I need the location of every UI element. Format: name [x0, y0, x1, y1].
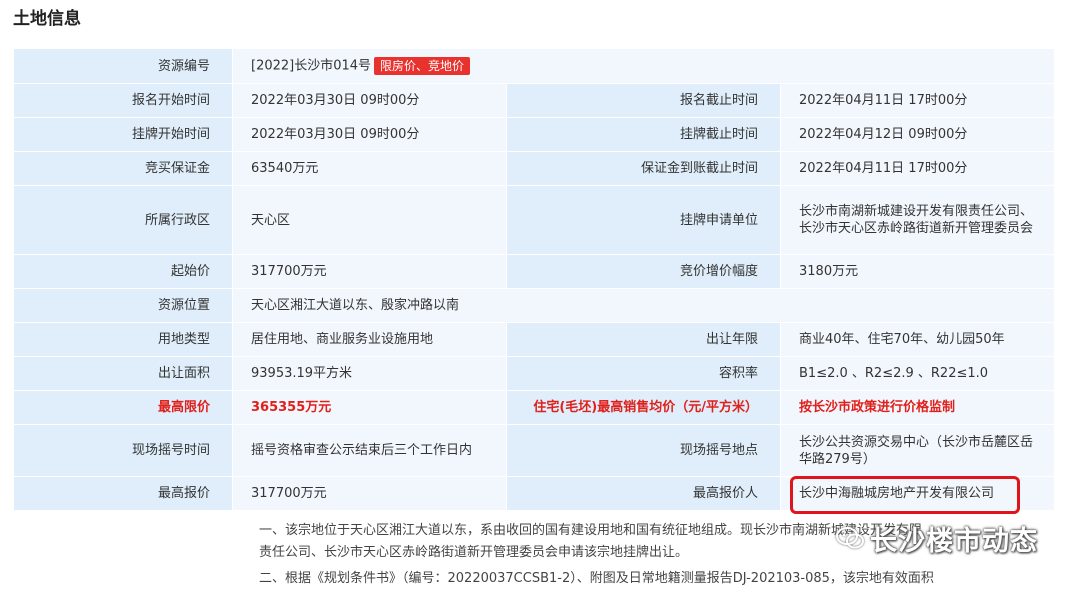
table-row: 现场摇号时间 摇号资格审查公示结束后三个工作日内 现场摇号地点 长沙公共资源交易… [13, 424, 1055, 477]
applicant-label: 挂牌申请单位 [506, 185, 781, 255]
listing-end-value: 2022年04月12日 09时00分 [780, 117, 1055, 152]
top-bid-value: 317700万元 [232, 476, 507, 511]
deposit-label: 竞买保证金 [13, 151, 233, 186]
deposit-deadline-label: 保证金到账截止时间 [506, 151, 781, 186]
table-row: 最高限价 365355万元 住宅(毛坯)最高销售均价（元/平方米） 按长沙市政策… [13, 390, 1055, 425]
reg-end-value: 2022年04月11日 17时00分 [780, 83, 1055, 118]
listing-start-label: 挂牌开始时间 [13, 117, 233, 152]
wechat-icon [836, 527, 864, 549]
top-bidder-value: 长沙中海融城房地产开发有限公司 [780, 476, 1055, 511]
page-title: 土地信息 [13, 9, 81, 29]
increment-label: 竞价增价幅度 [506, 254, 781, 289]
resource-id-label: 资源编号 [13, 48, 233, 84]
table-row: 资源编号 [2022]长沙市014号 限房价、竞地价 [13, 48, 1055, 84]
plot-ratio-label: 容积率 [506, 356, 781, 391]
description-line: 二、根据《规划条件书》（编号：20220037CCSB1-2）、附图及日常地籍测… [259, 571, 934, 586]
term-label: 出让年限 [506, 322, 781, 357]
table-row: 竞买保证金 63540万元 保证金到账截止时间 2022年04月11日 17时0… [13, 151, 1055, 186]
lottery-time-label: 现场摇号时间 [13, 424, 233, 477]
table-row: 最高报价 317700万元 最高报价人 长沙中海融城房地产开发有限公司 [13, 476, 1055, 511]
increment-value: 3180万元 [780, 254, 1055, 289]
location-value: 天心区湘江大道以东、殷家冲路以南 [232, 288, 1055, 323]
land-type-label: 用地类型 [13, 322, 233, 357]
area-label: 出让面积 [13, 356, 233, 391]
deposit-value: 63540万元 [232, 151, 507, 186]
resource-id-cell: [2022]长沙市014号 限房价、竞地价 [232, 48, 1055, 84]
district-value: 天心区 [232, 185, 507, 255]
lottery-place-label: 现场摇号地点 [506, 424, 781, 477]
land-info-table: 资源编号 [2022]长沙市014号 限房价、竞地价 报名开始时间 2022年03… [13, 48, 1055, 595]
watermark-text: 长沙楼市动态 [870, 525, 1038, 557]
applicant-value: 长沙市南湖新城建设开发有限责任公司、长沙市天心区赤岭路街道新开管理委员会 [780, 185, 1055, 255]
location-label: 资源位置 [13, 288, 233, 323]
table-row: 报名开始时间 2022年03月30日 09时00分 报名截止时间 2022年04… [13, 83, 1055, 118]
resource-id-value: [2022]长沙市014号 [251, 58, 372, 74]
table-row: 所属行政区 天心区 挂牌申请单位 长沙市南湖新城建设开发有限责任公司、长沙市天心… [13, 185, 1055, 255]
top-bid-label: 最高报价 [13, 476, 233, 511]
reg-start-label: 报名开始时间 [13, 83, 233, 118]
start-price-value: 317700万元 [232, 254, 507, 289]
plot-ratio-value: B1≤2.0 、R2≤2.9 、R22≤1.0 [780, 356, 1055, 391]
max-price-value: 365355万元 [232, 390, 507, 425]
district-label: 所属行政区 [13, 185, 233, 255]
listing-start-value: 2022年03月30日 09时00分 [232, 117, 507, 152]
table-row: 资源位置 天心区湘江大道以东、殷家冲路以南 [13, 288, 1055, 323]
table-row: 起始价 317700万元 竞价增价幅度 3180万元 [13, 254, 1055, 289]
listing-end-label: 挂牌截止时间 [506, 117, 781, 152]
max-avg-price-value: 按长沙市政策进行价格监制 [780, 390, 1055, 425]
lottery-place-value: 长沙公共资源交易中心（长沙市岳麓区岳华路279号） [780, 424, 1055, 477]
max-price-label: 最高限价 [13, 390, 233, 425]
watermark: 长沙楼市动态 [836, 518, 1038, 558]
term-value: 商业40年、住宅70年、幼儿园50年 [780, 322, 1055, 357]
table-row: 出让面积 93953.19平方米 容积率 B1≤2.0 、R2≤2.9 、R22… [13, 356, 1055, 391]
start-price-label: 起始价 [13, 254, 233, 289]
max-avg-price-label: 住宅(毛坯)最高销售均价（元/平方米） [506, 390, 781, 425]
land-type-value: 居住用地、商业服务业设施用地 [232, 322, 507, 357]
table-row: 用地类型 居住用地、商业服务业设施用地 出让年限 商业40年、住宅70年、幼儿园… [13, 322, 1055, 357]
top-bidder-label: 最高报价人 [506, 476, 781, 511]
lottery-time-value: 摇号资格审查公示结束后三个工作日内 [232, 424, 507, 477]
table-row: 挂牌开始时间 2022年03月30日 09时00分 挂牌截止时间 2022年04… [13, 117, 1055, 152]
desc-spacer [13, 510, 233, 595]
reg-start-value: 2022年03月30日 09时00分 [232, 83, 507, 118]
reg-end-label: 报名截止时间 [506, 83, 781, 118]
price-limit-badge: 限房价、竞地价 [374, 57, 471, 75]
area-value: 93953.19平方米 [232, 356, 507, 391]
land-info-grid: 资源编号 [2022]长沙市014号 限房价、竞地价 报名开始时间 2022年03… [13, 48, 1055, 595]
deposit-deadline-value: 2022年04月11日 17时00分 [780, 151, 1055, 186]
